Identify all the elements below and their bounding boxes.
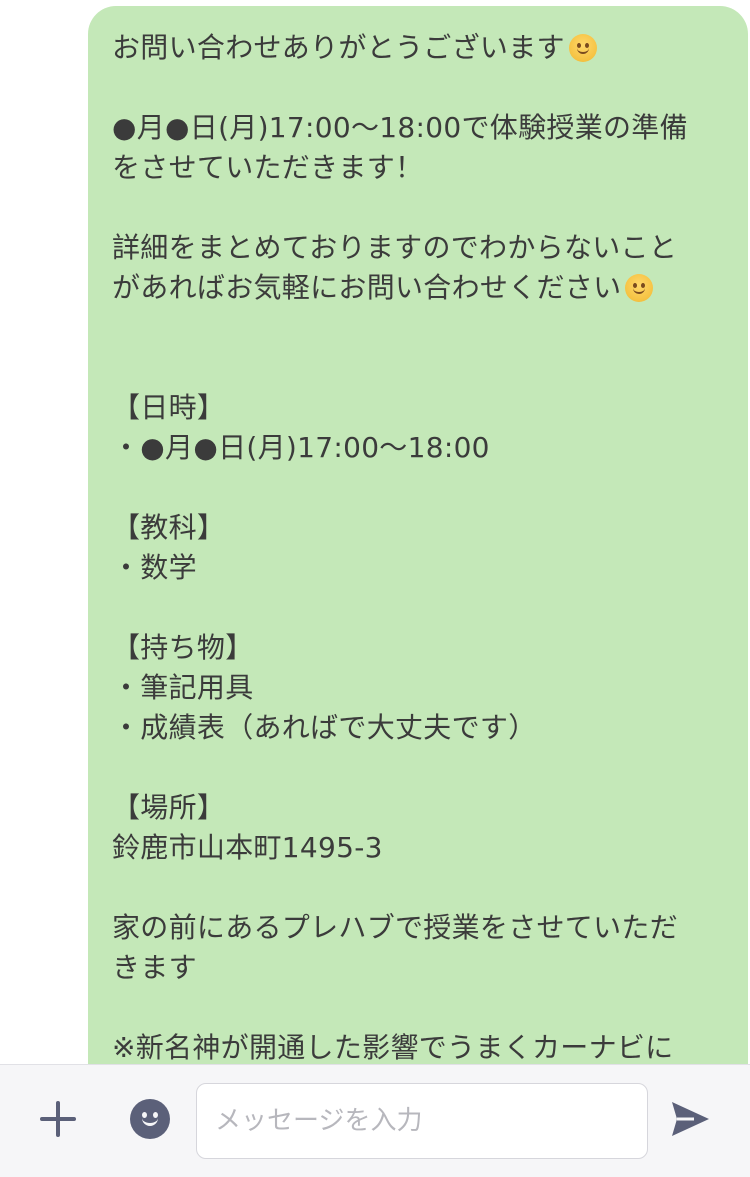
plus-icon[interactable] — [38, 1099, 78, 1139]
message-line: 【持ち物】 — [112, 631, 254, 664]
message-line: ●月●日(月)17:00〜18:00で体験授業の準備 — [112, 111, 688, 144]
message-line — [112, 748, 728, 788]
message-line — [112, 348, 728, 388]
message-composer — [0, 1064, 750, 1177]
message-line: があればお気軽にお問い合わせください — [112, 268, 728, 308]
smiley-mouth — [142, 1116, 158, 1126]
message-line: 【場所】 — [112, 791, 226, 824]
message-line: お問い合わせありがとうございます — [112, 28, 728, 68]
send-icon-shape — [672, 1102, 709, 1136]
message-line — [112, 468, 728, 508]
message-line: をさせていただきます！ — [112, 151, 424, 184]
chat-area[interactable]: お問い合わせありがとうございます ●月●日(月)17:00〜18:00で体験授業… — [0, 0, 750, 1064]
message-input[interactable] — [196, 1083, 648, 1159]
message-line: ・成績表（あればで大丈夫です） — [112, 711, 537, 744]
message-line — [112, 68, 728, 108]
message-line — [112, 308, 728, 348]
message-line: きます — [112, 951, 197, 984]
smiling-face-icon — [568, 34, 597, 62]
message-line: 【教科】 — [112, 511, 226, 544]
message-line: ・筆記用具 — [112, 671, 254, 704]
message-line: ※新名神が開通した影響でうまくカーナビに — [112, 1031, 674, 1064]
message-line: 詳細をまとめておりますのでわからないこと — [112, 231, 678, 264]
message-bubble[interactable]: お問い合わせありがとうございます ●月●日(月)17:00〜18:00で体験授業… — [88, 6, 748, 1064]
message-line: 鈴鹿市山本町1495-3 — [112, 831, 383, 864]
message-line — [112, 988, 728, 1028]
message-line: 家の前にあるプレハブで授業をさせていただ — [112, 911, 679, 944]
message-line: 【日時】 — [112, 391, 226, 424]
message-line — [112, 188, 728, 228]
send-icon[interactable] — [668, 1099, 712, 1139]
message-line: ・数学 — [112, 551, 197, 584]
message-line — [112, 868, 728, 908]
message-line: ・●月●日(月)17:00〜18:00 — [112, 431, 490, 464]
message-line — [112, 588, 728, 628]
smiling-face-icon — [625, 274, 654, 302]
smiley-icon[interactable] — [130, 1099, 170, 1139]
